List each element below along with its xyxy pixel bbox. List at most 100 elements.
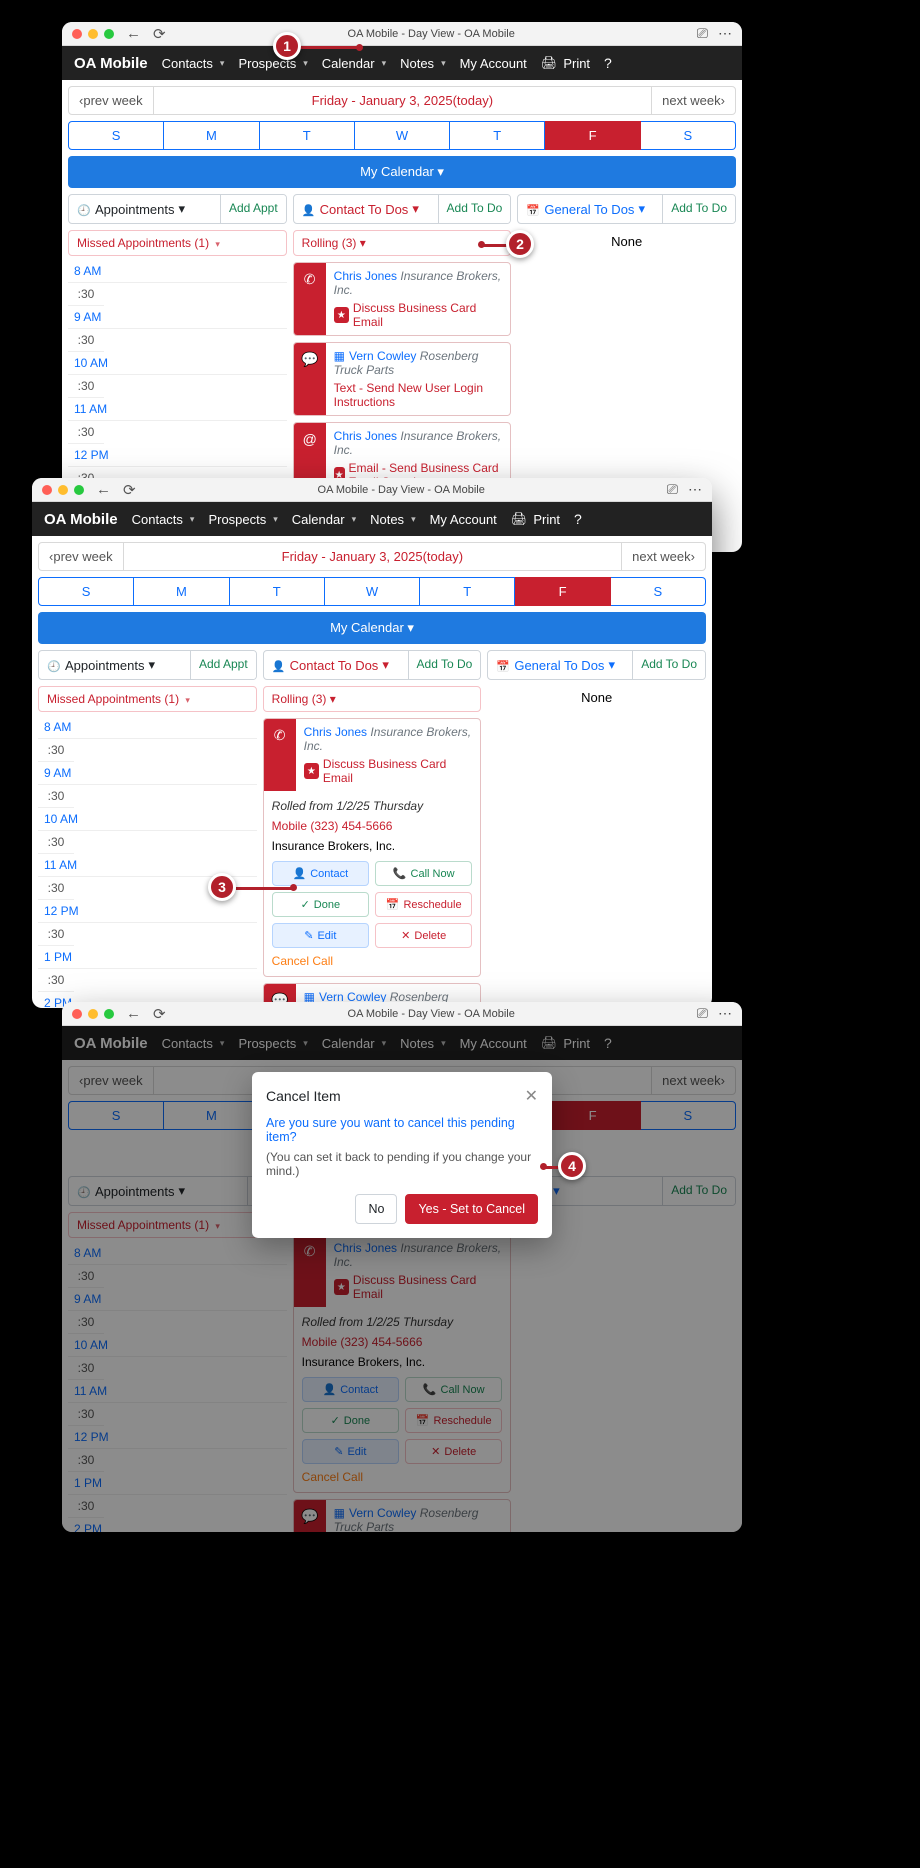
day-tab-f[interactable]: F — [515, 577, 610, 606]
day-tab-m[interactable]: M — [164, 121, 259, 150]
hour-row[interactable]: :30 — [38, 739, 74, 762]
hour-row[interactable]: 1 PM — [38, 946, 257, 969]
add-appt-button[interactable]: Add Appt — [220, 195, 286, 223]
contact-name[interactable]: Chris Jones — [334, 269, 397, 283]
rolling-header[interactable]: Rolling (3) ▾ — [263, 686, 482, 712]
add-general-todo-button[interactable]: Add To Do — [632, 651, 705, 679]
contact-todos-header[interactable]: Contact To Dos ▾ — [264, 651, 408, 679]
delete-button[interactable]: ✕ Delete — [375, 923, 472, 948]
back-icon[interactable]: ← — [126, 25, 141, 42]
day-tab-s[interactable]: S — [641, 121, 736, 150]
nav-contacts[interactable]: Contacts — [132, 512, 195, 527]
hour-row[interactable]: :30 — [38, 831, 74, 854]
day-tab-t[interactable]: T — [230, 577, 325, 606]
nav-print[interactable]: Print — [541, 55, 590, 71]
cancel-call-link[interactable]: Cancel Call — [272, 954, 473, 968]
nav-help[interactable]: ? — [574, 511, 582, 527]
day-tab-w[interactable]: W — [355, 121, 450, 150]
day-tab-w[interactable]: W — [325, 577, 420, 606]
hour-row[interactable]: :30 — [68, 283, 104, 306]
prev-week-button[interactable]: ‹ prev week — [69, 87, 154, 114]
appointments-header[interactable]: Appointments ▾ — [69, 195, 220, 223]
contact-name[interactable]: Chris Jones — [334, 429, 397, 443]
missed-appointments[interactable]: Missed Appointments (1) — [68, 230, 287, 256]
day-tab-m[interactable]: M — [134, 577, 229, 606]
hour-row[interactable]: :30 — [38, 923, 74, 946]
yes-button[interactable]: Yes - Set to Cancel — [405, 1194, 538, 1224]
hour-row[interactable]: 9 AM — [38, 762, 257, 785]
hour-row[interactable]: 12 PM — [38, 900, 257, 923]
reschedule-button[interactable]: 📅 Reschedule — [375, 892, 472, 917]
back-icon[interactable]: ← — [96, 481, 111, 498]
nav-prospects[interactable]: Prospects — [208, 512, 277, 527]
hour-row[interactable]: 8 AM — [38, 716, 257, 739]
modal-question: Are you sure you want to cancel this pen… — [266, 1116, 538, 1144]
contact-name[interactable]: Vern Cowley — [349, 349, 416, 363]
day-tab-s[interactable]: S — [38, 577, 134, 606]
done-button[interactable]: ✓ Done — [272, 892, 369, 917]
more-icon[interactable]: ⋯ — [688, 481, 702, 498]
contact-name[interactable]: Chris Jones — [304, 725, 367, 739]
nav-help[interactable]: ? — [604, 55, 612, 71]
nav-notes[interactable]: Notes — [370, 512, 416, 527]
prev-week-button[interactable]: ‹ prev week — [39, 543, 124, 570]
appointments-header[interactable]: Appointments ▾ — [39, 651, 190, 679]
back-icon[interactable]: ← — [126, 1005, 141, 1022]
hour-row[interactable]: 8 AM — [68, 260, 287, 283]
todo-card-expanded[interactable]: ✆ Chris Jones Insurance Brokers, Inc. ★D… — [263, 718, 482, 977]
no-button[interactable]: No — [355, 1194, 397, 1224]
nav-myaccount[interactable]: My Account — [460, 56, 527, 71]
refresh-icon[interactable]: ⟳ — [153, 25, 166, 43]
add-contact-todo-button[interactable]: Add To Do — [408, 651, 481, 679]
contact-button[interactable]: 👤 Contact — [272, 861, 369, 886]
nav-myaccount[interactable]: My Account — [430, 512, 497, 527]
add-general-todo-button[interactable]: Add To Do — [662, 195, 735, 223]
hour-row[interactable]: :30 — [68, 329, 104, 352]
next-week-button[interactable]: next week › — [621, 543, 705, 570]
cast-icon[interactable]: ⎚ — [697, 1005, 708, 1022]
my-calendar-button[interactable]: My Calendar ▾ — [68, 156, 736, 188]
day-tab-t[interactable]: T — [420, 577, 515, 606]
general-todos-header[interactable]: General To Dos ▾ — [518, 195, 662, 223]
close-icon[interactable]: ✕ — [525, 1086, 538, 1106]
phone-number[interactable]: Mobile (323) 454-5666 — [272, 819, 473, 833]
refresh-icon[interactable]: ⟳ — [153, 1005, 166, 1023]
todo-card[interactable]: 💬▦Vern Cowley Rosenberg Truck PartsText … — [293, 342, 512, 416]
cast-icon[interactable]: ⎚ — [697, 25, 708, 42]
refresh-icon[interactable]: ⟳ — [123, 481, 136, 499]
next-week-button[interactable]: next week › — [651, 87, 735, 114]
cast-icon[interactable]: ⎚ — [667, 481, 678, 498]
nav-prospects[interactable]: Prospects — [238, 56, 307, 71]
hour-row[interactable]: :30 — [38, 877, 74, 900]
hour-row[interactable]: 10 AM — [38, 808, 257, 831]
todo-card[interactable]: ✆Chris Jones Insurance Brokers, Inc.★Dis… — [293, 262, 512, 336]
day-tab-s[interactable]: S — [611, 577, 706, 606]
contact-todos-header[interactable]: Contact To Dos ▾ — [294, 195, 438, 223]
hour-row[interactable]: :30 — [38, 969, 74, 992]
hour-row[interactable]: 10 AM — [68, 352, 287, 375]
nav-notes[interactable]: Notes — [400, 56, 446, 71]
call-now-button[interactable]: 📞 Call Now — [375, 861, 472, 886]
day-tab-f[interactable]: F — [545, 121, 640, 150]
more-icon[interactable]: ⋯ — [718, 25, 732, 42]
general-todos-header[interactable]: General To Dos ▾ — [488, 651, 632, 679]
missed-appointments[interactable]: Missed Appointments (1) — [38, 686, 257, 712]
day-tab-t[interactable]: T — [260, 121, 355, 150]
nav-print[interactable]: Print — [511, 511, 560, 527]
day-tab-s[interactable]: S — [68, 121, 164, 150]
nav-calendar[interactable]: Calendar — [322, 56, 386, 71]
hour-row[interactable]: :30 — [38, 785, 74, 808]
nav-contacts[interactable]: Contacts — [162, 56, 225, 71]
hour-row[interactable]: :30 — [68, 375, 104, 398]
more-icon[interactable]: ⋯ — [718, 1005, 732, 1022]
edit-button[interactable]: ✎ Edit — [272, 923, 369, 948]
hour-row[interactable]: 12 PM — [68, 444, 287, 467]
nav-calendar[interactable]: Calendar — [292, 512, 356, 527]
add-contact-todo-button[interactable]: Add To Do — [438, 195, 511, 223]
my-calendar-button[interactable]: My Calendar ▾ — [38, 612, 706, 644]
hour-row[interactable]: 9 AM — [68, 306, 287, 329]
add-appt-button[interactable]: Add Appt — [190, 651, 256, 679]
hour-row[interactable]: :30 — [68, 421, 104, 444]
hour-row[interactable]: 11 AM — [68, 398, 287, 421]
day-tab-t[interactable]: T — [450, 121, 545, 150]
